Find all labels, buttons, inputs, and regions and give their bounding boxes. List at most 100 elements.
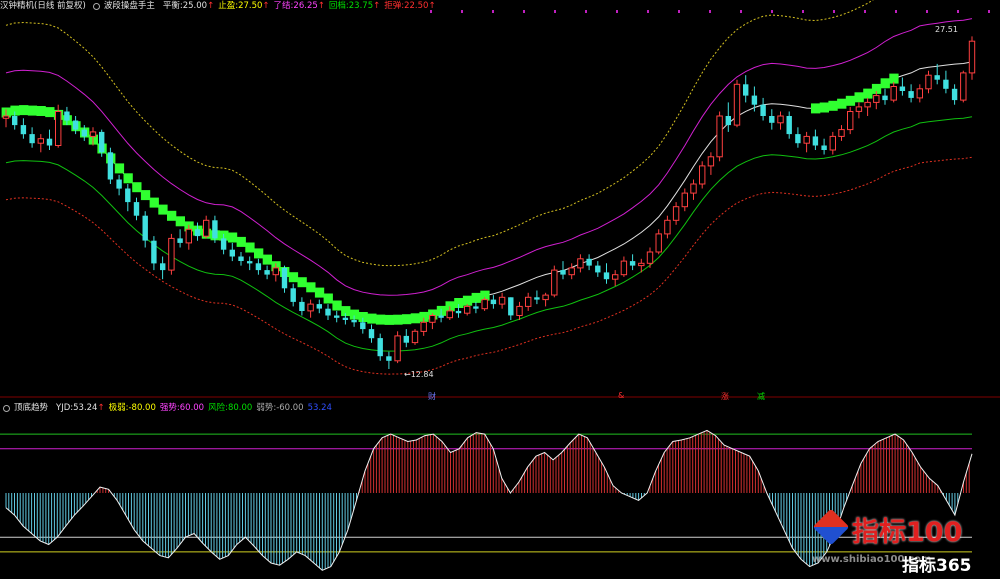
candle-body-down <box>238 256 244 261</box>
candle-body-up <box>925 74 932 90</box>
indicator-value-2: 强势:60.00 <box>159 403 205 413</box>
candle-body-up <box>612 274 619 280</box>
trend-ribbon-block <box>27 105 38 116</box>
sub-indicator-name: 顶底趋势 <box>14 403 49 413</box>
trend-ribbon-block <box>175 216 185 227</box>
candle-body-down <box>133 202 140 216</box>
indicator-value-0: YJD:53.24↑ <box>56 403 105 413</box>
candle-body-down <box>81 129 87 137</box>
candle-body-down <box>934 75 940 80</box>
candle-body-down <box>786 116 792 135</box>
candle-body-down <box>299 301 305 311</box>
indicator-value-4: 弱势:-60.00 <box>256 403 304 413</box>
trend-ribbon-block <box>845 95 856 106</box>
candle-body-down <box>795 134 801 144</box>
candle-body-down <box>194 229 201 237</box>
trend-ribbon-block <box>167 210 177 221</box>
candle-body-down <box>603 272 610 280</box>
candle-body-up <box>690 183 697 194</box>
candle-body-down <box>812 136 819 146</box>
candle-body-up <box>733 83 741 126</box>
top-marker-dot <box>740 10 742 13</box>
candle-body-up <box>873 95 880 103</box>
candle-body-down <box>908 91 914 98</box>
candle-body-down <box>334 315 340 318</box>
candle-body-up <box>672 206 680 221</box>
candle-body-up <box>203 219 210 237</box>
stock-chart-window: 汉钟精机(日线 前复权) 波段操盘手主 平衡:25.00↑ 止盈:27.50↑ 了结… <box>0 0 1000 579</box>
trend-ribbon-block <box>149 197 159 208</box>
trend-ribbon-block <box>332 300 342 311</box>
candle-body-up <box>803 135 810 144</box>
candle-body-down <box>107 152 114 180</box>
top-marker-dot <box>926 10 928 13</box>
band-white <box>5 61 973 321</box>
candle-body-down <box>281 267 288 289</box>
candle-body-down <box>116 179 122 189</box>
candle-body-up <box>498 296 506 305</box>
candle-body-down <box>125 188 131 203</box>
top-marker-dot <box>709 10 711 13</box>
candle-body-down <box>46 138 53 146</box>
candle-body-down <box>255 263 262 271</box>
top-marker-dot <box>492 10 494 13</box>
candle-body-down <box>751 95 758 105</box>
candle-body-down <box>151 240 157 264</box>
price-low-label: ←12.84 <box>404 370 434 379</box>
candle-body-up <box>307 303 314 312</box>
candle-body-down <box>743 84 749 96</box>
price-chart[interactable] <box>0 0 1000 398</box>
trend-ribbon-block <box>123 173 133 184</box>
candle-body-up <box>968 40 976 74</box>
trend-ribbon-block <box>819 102 829 113</box>
candle-body-down <box>142 215 148 241</box>
event-marker-amp[interactable]: & <box>618 391 624 400</box>
indicator-value-1: 止盈:27.50↑ <box>218 1 270 11</box>
candle-body-down <box>64 111 70 121</box>
indicator-value-2: 了结:26.25↑ <box>273 1 325 11</box>
candle-body-down <box>943 79 949 89</box>
top-marker-dot <box>864 10 866 13</box>
candle-body-down <box>290 288 296 302</box>
candle-body-up <box>847 111 854 131</box>
candle-body-down <box>821 145 827 150</box>
top-marker-dot <box>771 10 773 13</box>
candle-body-up <box>829 135 836 151</box>
event-marker-finance[interactable]: 财 <box>428 391 436 402</box>
candle-body-up <box>838 129 845 137</box>
candle-body-up <box>646 251 654 264</box>
band-upper-dotted <box>5 0 874 267</box>
candle-body-down <box>899 86 906 91</box>
top-marker-dot <box>988 10 990 13</box>
indicator-value-3: 回档:23.75↑ <box>328 1 381 11</box>
candle-body-up <box>516 305 523 316</box>
candle-body-up <box>481 299 488 310</box>
candle-body-up <box>429 315 436 323</box>
settings-circle-icon[interactable] <box>3 404 10 412</box>
trend-ribbon-block <box>114 163 125 174</box>
trend-ribbon-block <box>236 236 246 247</box>
band-magenta <box>5 18 973 296</box>
candle-body-up <box>394 335 401 362</box>
settings-circle-icon[interactable] <box>92 2 100 10</box>
candle-body-up <box>411 330 419 344</box>
candle-body-up <box>37 138 44 144</box>
top-marker-dot <box>554 10 556 13</box>
candle-body-down <box>20 125 27 135</box>
trend-ribbon-block <box>19 105 29 116</box>
watermark-brand: 指标100 <box>852 517 963 548</box>
candle-body-down <box>769 116 775 123</box>
candle-body-down <box>951 88 958 101</box>
trend-ribbon-block <box>140 190 151 201</box>
event-marker-rise[interactable]: 涨 <box>721 391 729 402</box>
candle-body-down <box>438 315 444 318</box>
trend-ribbon-block <box>402 314 412 325</box>
candle-body-down <box>342 317 349 320</box>
trend-ribbon-block <box>306 282 316 293</box>
candle-body-up <box>620 260 628 276</box>
candle-body-up <box>890 86 897 101</box>
event-marker-reduce[interactable]: 减 <box>757 391 765 402</box>
sub-indicator-values: YJD:53.24↑ 极弱:-80.00 强势:60.00 风险:80.00 弱势:-6… <box>52 402 332 414</box>
candle-body-up <box>272 267 280 276</box>
candle-body-down <box>212 220 218 239</box>
